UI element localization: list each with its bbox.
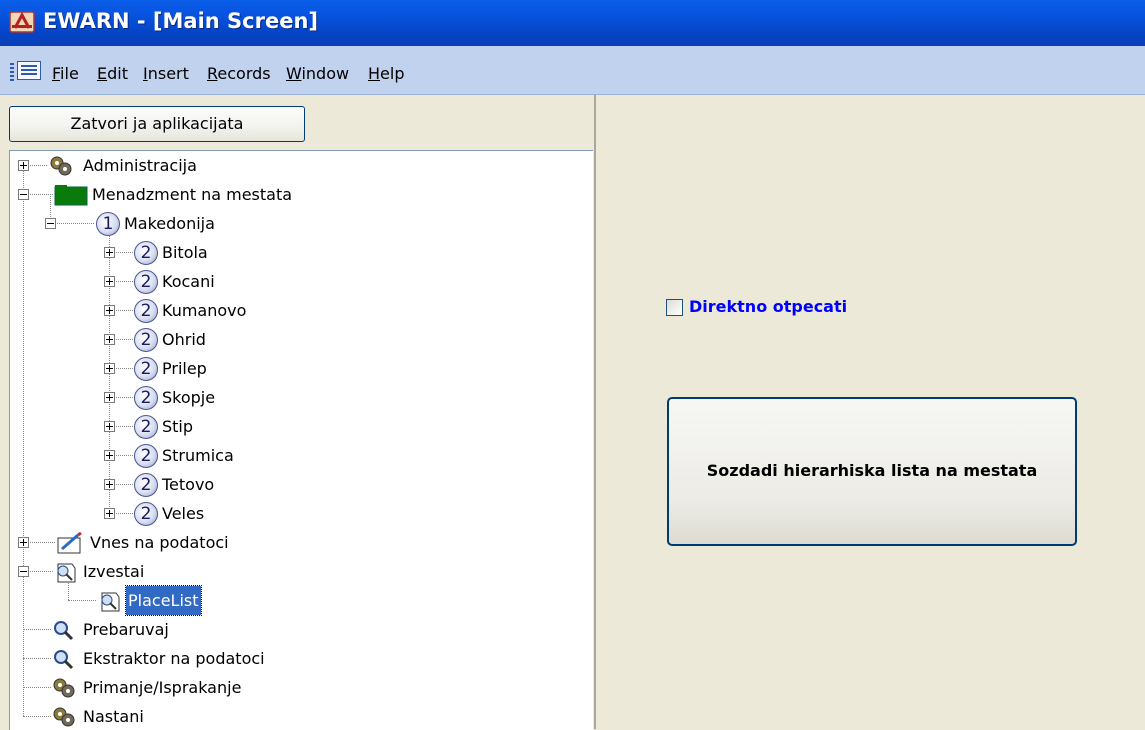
- gears-icon: [53, 678, 75, 698]
- tree-item-placelist[interactable]: PlaceList: [10, 585, 590, 616]
- tree-item-vnes[interactable]: Vnes na podatoci: [10, 528, 590, 557]
- tree-label: Skopje: [162, 388, 216, 407]
- tree-label-selected: PlaceList: [125, 585, 202, 616]
- expand-icon[interactable]: [104, 450, 115, 461]
- expand-icon[interactable]: [104, 247, 115, 258]
- tree-label: Kocani: [162, 272, 215, 291]
- tree-label: Bitola: [162, 243, 208, 262]
- tree-item-ekstraktor[interactable]: Ekstraktor na podatoci: [10, 644, 590, 673]
- tree-item-izvestai[interactable]: Izvestai: [10, 557, 590, 586]
- tree-item-city[interactable]: 2 Veles: [10, 499, 590, 528]
- expand-icon[interactable]: [104, 334, 115, 345]
- print-directly-label[interactable]: Direktno otpecati: [689, 297, 847, 316]
- tree-item-city[interactable]: 2 Stip: [10, 412, 590, 441]
- level-2-icon: 2: [134, 473, 158, 497]
- tree-item-city[interactable]: 2 Strumica: [10, 441, 590, 470]
- level-2-icon: 2: [134, 415, 158, 439]
- tree-label: Stip: [162, 417, 194, 436]
- level-2-icon: 2: [134, 444, 158, 468]
- detail-pane: Direktno otpecati Sozdadi hierarhiska li…: [594, 95, 1145, 729]
- tree-item-prebaruvaj[interactable]: Prebaruvaj: [10, 615, 590, 644]
- tree-label: Nastani: [83, 707, 144, 726]
- menu-window[interactable]: Window: [286, 64, 349, 83]
- collapse-icon[interactable]: [18, 189, 29, 200]
- tree-label: Menadzment na mestata: [92, 185, 293, 204]
- tree-label: Administracija: [83, 156, 197, 175]
- access-form-icon[interactable]: [9, 10, 35, 34]
- tree-label: Kumanovo: [162, 301, 247, 320]
- tree-item-city[interactable]: 2 Kumanovo: [10, 296, 590, 325]
- search-icon: [54, 650, 74, 670]
- level-2-icon: 2: [134, 386, 158, 410]
- expand-icon[interactable]: [18, 160, 29, 171]
- expand-icon[interactable]: [104, 276, 115, 287]
- tree-item-city[interactable]: 2 Tetovo: [10, 470, 590, 499]
- navigation-pane: Zatvori ja aplikacijata Administracija M: [0, 95, 593, 730]
- level-2-icon: 2: [134, 328, 158, 352]
- expand-icon[interactable]: [104, 363, 115, 374]
- level-2-icon: 2: [134, 241, 158, 265]
- tree-label: Makedonija: [124, 214, 215, 233]
- tree-label: Veles: [162, 504, 205, 523]
- tree-item-nastani[interactable]: Nastani: [10, 702, 590, 730]
- tree-label: Izvestai: [83, 562, 145, 581]
- tree-label: Prilep: [162, 359, 207, 378]
- expand-icon[interactable]: [104, 392, 115, 403]
- tree-item-administracija[interactable]: Administracija: [10, 151, 590, 180]
- collapse-icon[interactable]: [18, 566, 29, 577]
- gears-icon: [53, 707, 75, 727]
- toolbar-grip-handle[interactable]: [10, 63, 14, 81]
- level-1-icon: 1: [96, 212, 120, 236]
- create-place-hierarchy-button[interactable]: Sozdadi hierarhiska lista na mestata: [667, 397, 1077, 546]
- print-directly-checkbox[interactable]: [666, 299, 683, 316]
- level-2-icon: 2: [134, 357, 158, 381]
- tree-item-makedonija[interactable]: 1 Makedonija: [10, 209, 590, 238]
- expand-icon[interactable]: [18, 537, 29, 548]
- expand-icon[interactable]: [104, 421, 115, 432]
- tree-label: Ohrid: [162, 330, 206, 349]
- level-2-icon: 2: [134, 270, 158, 294]
- navigation-tree[interactable]: Administracija Menadzment na mestata 1 M…: [9, 150, 593, 730]
- tree-item-city[interactable]: 2 Skopje: [10, 383, 590, 412]
- window-title: EWARN - [Main Screen]: [43, 9, 318, 33]
- menu-file[interactable]: File: [52, 64, 79, 83]
- search-icon: [54, 621, 74, 641]
- tree-label: Tetovo: [162, 475, 215, 494]
- form-system-menu-icon[interactable]: [17, 61, 41, 80]
- tree-item-city[interactable]: 2 Prilep: [10, 354, 590, 383]
- tree-label: Primanje/Isprakanje: [83, 678, 242, 697]
- tree-label: Vnes na podatoci: [90, 533, 229, 552]
- level-2-icon: 2: [134, 299, 158, 323]
- close-application-button[interactable]: Zatvori ja aplikacijata: [9, 106, 305, 142]
- menu-edit[interactable]: Edit: [97, 64, 128, 83]
- menu-records[interactable]: Records: [207, 64, 271, 83]
- expand-icon[interactable]: [104, 508, 115, 519]
- collapse-icon[interactable]: [45, 218, 56, 229]
- menu-insert[interactable]: Insert: [143, 64, 189, 83]
- report-icon: [57, 563, 76, 583]
- expand-icon[interactable]: [104, 305, 115, 316]
- menu-bar: File Edit Insert Records Window Help: [0, 46, 1145, 95]
- tree-item-primanje[interactable]: Primanje/Isprakanje: [10, 673, 590, 702]
- tree-item-city[interactable]: 2 Ohrid: [10, 325, 590, 354]
- tree-label: Strumica: [162, 446, 234, 465]
- tree-label: Ekstraktor na podatoci: [83, 649, 265, 668]
- report-icon: [101, 592, 120, 612]
- tree-item-city[interactable]: 2 Kocani: [10, 267, 590, 296]
- gears-icon: [50, 156, 72, 176]
- green-folder-icon: [54, 185, 88, 206]
- tree-item-city[interactable]: 2 Bitola: [10, 238, 590, 267]
- expand-icon[interactable]: [104, 479, 115, 490]
- level-2-icon: 2: [134, 502, 158, 526]
- menu-help[interactable]: Help: [368, 64, 404, 83]
- tree-item-menadzment[interactable]: Menadzment na mestata: [10, 180, 590, 209]
- tree-label: Prebaruvaj: [83, 620, 169, 639]
- title-bar: EWARN - [Main Screen]: [0, 0, 1145, 46]
- data-entry-icon: [57, 532, 82, 554]
